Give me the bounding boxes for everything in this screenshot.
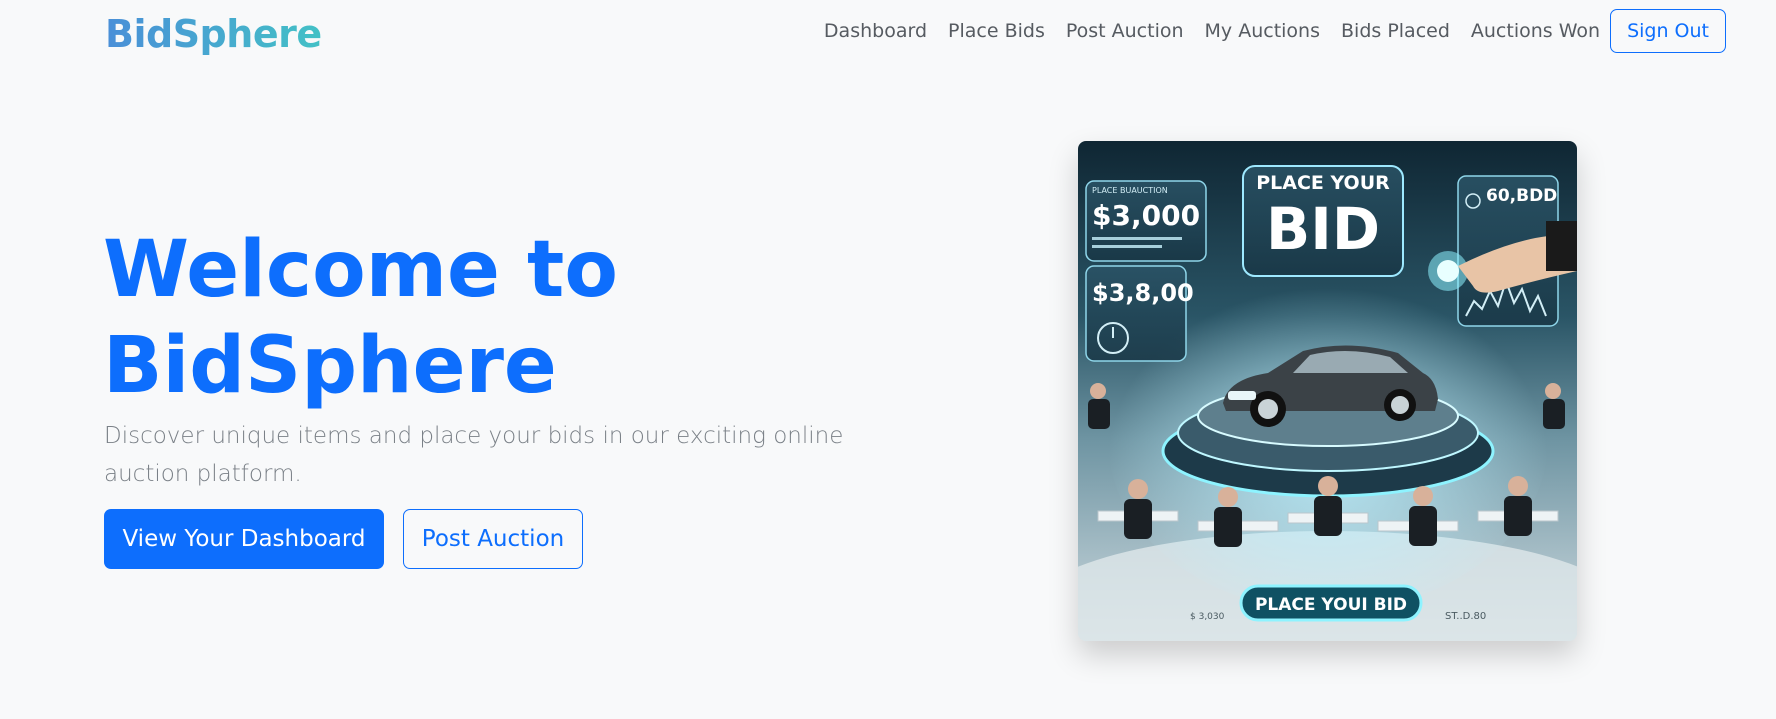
hero-subtitle: Discover unique items and place your bid… <box>104 423 844 487</box>
nav-place-bids[interactable]: Place Bids <box>948 20 1045 42</box>
post-auction-button[interactable]: Post Auction <box>403 509 583 569</box>
left-amount-2: $3,8,00 <box>1092 279 1194 307</box>
sign-out-button[interactable]: Sign Out <box>1610 9 1726 53</box>
panel-bid: BID <box>1266 195 1380 263</box>
image-bottom-left-text: $ 3,030 <box>1190 612 1225 622</box>
left-amount-1: $3,000 <box>1092 199 1200 232</box>
view-dashboard-button[interactable]: View Your Dashboard <box>104 509 384 569</box>
nav-auctions-won[interactable]: Auctions Won <box>1471 20 1600 42</box>
navbar: BidSphere Dashboard Place Bids Post Auct… <box>0 0 1776 72</box>
panel-place-your: PLACE YOUR <box>1256 172 1390 194</box>
hero-title: Welcome to BidSphere <box>103 222 903 414</box>
left-panel-caption: PLACE BUAUCTION <box>1092 186 1168 195</box>
nav-links: Dashboard Place Bids Post Auction My Auc… <box>803 9 1726 53</box>
hero-title-line1: Welcome to <box>103 225 618 315</box>
brand-logo[interactable]: BidSphere <box>105 12 322 56</box>
right-amount: 60,BDD <box>1486 186 1557 206</box>
nav-bids-placed[interactable]: Bids Placed <box>1341 20 1450 42</box>
nav-dashboard[interactable]: Dashboard <box>824 20 927 42</box>
image-bottom-button: PLACE YOUI BID <box>1255 595 1407 615</box>
hero-image: PLACE YOUR BID PLACE BUAUCTION $3,000 $3… <box>1078 141 1577 641</box>
nav-post-auction[interactable]: Post Auction <box>1066 20 1184 42</box>
nav-my-auctions[interactable]: My Auctions <box>1205 20 1320 42</box>
hero-title-line2: BidSphere <box>103 321 557 411</box>
image-bottom-right-text: ST..D.80 <box>1445 611 1486 622</box>
